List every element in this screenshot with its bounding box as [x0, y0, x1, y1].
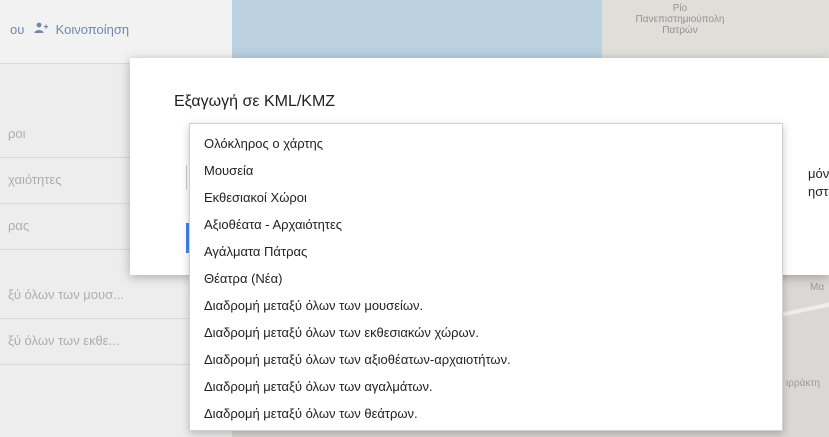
- menu-item-route-museums[interactable]: Διαδρομή μεταξύ όλων των μουσείων.: [190, 294, 782, 318]
- menu-item-label: Αγάλματα Πάτρας: [204, 244, 308, 259]
- menu-item-statues[interactable]: Αγάλματα Πάτρας: [190, 240, 782, 264]
- menu-item-label: Εκθεσιακοί Χώροι: [204, 190, 307, 205]
- menu-item-sights[interactable]: Αξιοθέατα - Αρχαιότητες: [190, 213, 782, 237]
- menu-item-label: Διαδρομή μεταξύ όλων των αξιοθέατων-αρχα…: [204, 352, 511, 367]
- menu-item-exhibition-spaces[interactable]: Εκθεσιακοί Χώροι: [190, 186, 782, 210]
- layer-dropdown-menu: Ολόκληρος ο χάρτης Μουσεία Εκθεσιακοί Χώ…: [189, 123, 783, 431]
- menu-item-route-theatres[interactable]: Διαδρομή μεταξύ όλων των θεάτρων.: [190, 402, 782, 426]
- menu-item-route-exhibitions[interactable]: Διαδρομή μεταξύ όλων των εκθεσιακών χώρω…: [190, 321, 782, 345]
- menu-item-label: Διαδρομή μεταξύ όλων των θεάτρων.: [204, 406, 418, 421]
- menu-item-route-statues[interactable]: Διαδρομή μεταξύ όλων των αγαλμάτων.: [190, 375, 782, 399]
- menu-item-label: Διαδρομή μεταξύ όλων των εκθεσιακών χώρω…: [204, 325, 479, 340]
- menu-item-label: Διαδρομή μεταξύ όλων των μουσείων.: [204, 298, 424, 313]
- menu-item-label: Μουσεία: [204, 163, 254, 178]
- menu-item-label: Διαδρομή μεταξύ όλων των αγαλμάτων.: [204, 379, 433, 394]
- menu-item-route-sights[interactable]: Διαδρομή μεταξύ όλων των αξιοθέατων-αρχα…: [190, 348, 782, 372]
- dialog-title: Εξαγωγή σε KML/KMZ: [174, 93, 336, 110]
- dialog-text-fragment: μόνο μ: [808, 166, 829, 181]
- menu-item-label: Αξιοθέατα - Αρχαιότητες: [204, 217, 343, 232]
- menu-item-label: Ολόκληρος ο χάρτης: [204, 136, 324, 151]
- menu-item-label: Θέατρα (Νέα): [204, 271, 283, 286]
- menu-item-theatres[interactable]: Θέατρα (Νέα): [190, 267, 782, 291]
- dialog-text-fragment: ηστε α: [808, 184, 829, 199]
- menu-item-whole-map[interactable]: Ολόκληρος ο χάρτης: [190, 132, 782, 156]
- menu-item-museums[interactable]: Μουσεία: [190, 159, 782, 183]
